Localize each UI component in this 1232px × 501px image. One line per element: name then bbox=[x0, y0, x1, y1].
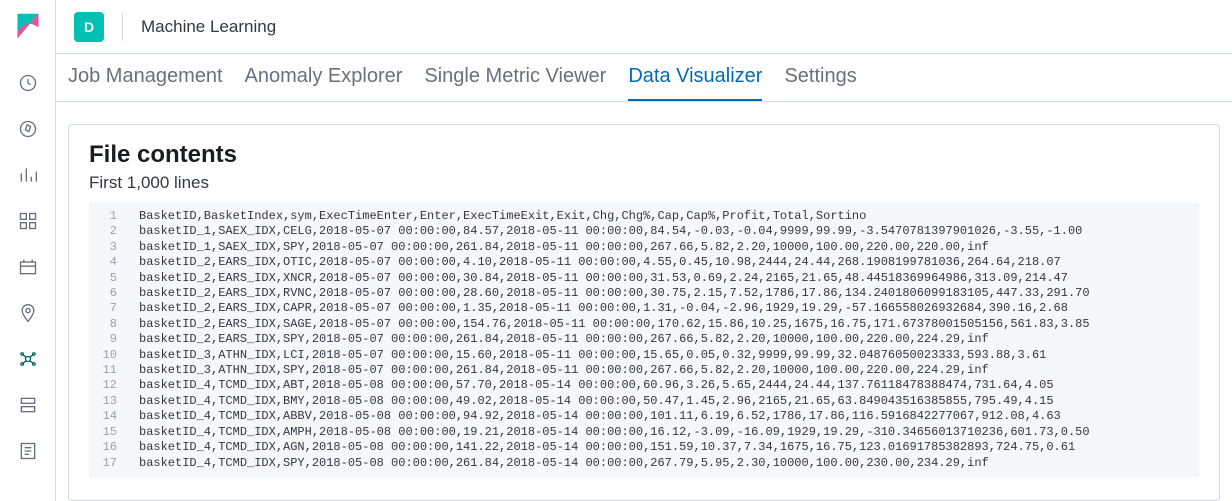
maps-icon[interactable] bbox=[17, 302, 39, 324]
file-line: 8basketID_2,EARS_IDX,SAGE,2018-05-07 00:… bbox=[89, 317, 1199, 332]
line-text: basketID_1,SAEX_IDX,SPY,2018-05-07 00:00… bbox=[139, 240, 989, 255]
topbar: D Machine Learning bbox=[56, 0, 1232, 54]
file-line: 12basketID_4,TCMD_IDX,ABT,2018-05-08 00:… bbox=[89, 378, 1199, 393]
machine-learning-icon[interactable] bbox=[17, 348, 39, 370]
file-line: 5basketID_2,EARS_IDX,XNCR,2018-05-07 00:… bbox=[89, 271, 1199, 286]
line-text: basketID_2,EARS_IDX,OTIC,2018-05-07 00:0… bbox=[139, 255, 1061, 270]
line-text: basketID_1,SAEX_IDX,CELG,2018-05-07 00:0… bbox=[139, 224, 1082, 239]
kibana-logo[interactable] bbox=[14, 12, 42, 40]
file-line: 9basketID_2,EARS_IDX,SPY,2018-05-07 00:0… bbox=[89, 332, 1199, 347]
line-number: 17 bbox=[89, 456, 139, 471]
line-number: 2 bbox=[89, 224, 139, 239]
file-line: 7basketID_2,EARS_IDX,CAPR,2018-05-07 00:… bbox=[89, 301, 1199, 316]
file-line: 3basketID_1,SAEX_IDX,SPY,2018-05-07 00:0… bbox=[89, 240, 1199, 255]
file-line: 6basketID_2,EARS_IDX,RVNC,2018-05-07 00:… bbox=[89, 286, 1199, 301]
line-text: basketID_2,EARS_IDX,CAPR,2018-05-07 00:0… bbox=[139, 301, 1068, 316]
line-text: BasketID,BasketIndex,sym,ExecTimeEnter,E… bbox=[139, 209, 866, 224]
panel-title: File contents bbox=[89, 141, 1199, 169]
line-text: basketID_4,TCMD_IDX,AGN,2018-05-08 00:00… bbox=[139, 440, 1075, 455]
file-line: 10basketID_3,ATHN_IDX,LCI,2018-05-07 00:… bbox=[89, 348, 1199, 363]
line-number: 11 bbox=[89, 363, 139, 378]
file-line: 14basketID_4,TCMD_IDX,ABBV,2018-05-08 00… bbox=[89, 409, 1199, 424]
line-number: 12 bbox=[89, 378, 139, 393]
line-text: basketID_4,TCMD_IDX,AMPH,2018-05-08 00:0… bbox=[139, 425, 1090, 440]
line-text: basketID_2,EARS_IDX,SAGE,2018-05-07 00:0… bbox=[139, 317, 1090, 332]
topbar-divider bbox=[122, 13, 123, 41]
global-nav-sidebar bbox=[0, 0, 56, 501]
line-number: 3 bbox=[89, 240, 139, 255]
line-text: basketID_2,EARS_IDX,SPY,2018-05-07 00:00… bbox=[139, 332, 989, 347]
line-text: basketID_3,ATHN_IDX,LCI,2018-05-07 00:00… bbox=[139, 348, 1046, 363]
line-number: 14 bbox=[89, 409, 139, 424]
infrastructure-icon[interactable] bbox=[17, 394, 39, 416]
ml-tabs: Job Management Anomaly Explorer Single Met… bbox=[56, 54, 1232, 102]
file-line: 2basketID_1,SAEX_IDX,CELG,2018-05-07 00:… bbox=[89, 224, 1199, 239]
line-number: 13 bbox=[89, 394, 139, 409]
file-contents-code: 1BasketID,BasketIndex,sym,ExecTimeEnter,… bbox=[89, 203, 1199, 477]
file-contents-panel: File contents First 1,000 lines 1BasketI… bbox=[68, 124, 1220, 501]
line-number: 10 bbox=[89, 348, 139, 363]
visualize-icon[interactable] bbox=[17, 164, 39, 186]
file-line: 4basketID_2,EARS_IDX,OTIC,2018-05-07 00:… bbox=[89, 255, 1199, 270]
file-line: 17basketID_4,TCMD_IDX,SPY,2018-05-08 00:… bbox=[89, 456, 1199, 471]
discover-icon[interactable] bbox=[17, 118, 39, 140]
line-number: 8 bbox=[89, 317, 139, 332]
line-number: 9 bbox=[89, 332, 139, 347]
file-line: 1BasketID,BasketIndex,sym,ExecTimeEnter,… bbox=[89, 209, 1199, 224]
line-number: 4 bbox=[89, 255, 139, 270]
timelion-icon[interactable] bbox=[17, 256, 39, 278]
recently-viewed-icon[interactable] bbox=[17, 72, 39, 94]
line-number: 15 bbox=[89, 425, 139, 440]
space-selector[interactable]: D bbox=[74, 12, 104, 42]
tab-data-visualizer[interactable]: Data Visualizer bbox=[628, 54, 762, 101]
dashboard-icon[interactable] bbox=[17, 210, 39, 232]
line-number: 6 bbox=[89, 286, 139, 301]
file-line: 15basketID_4,TCMD_IDX,AMPH,2018-05-08 00… bbox=[89, 425, 1199, 440]
line-text: basketID_4,TCMD_IDX,BMY,2018-05-08 00:00… bbox=[139, 394, 1054, 409]
tab-settings[interactable]: Settings bbox=[784, 54, 856, 101]
line-number: 16 bbox=[89, 440, 139, 455]
panel-subtitle: First 1,000 lines bbox=[89, 173, 1199, 193]
main-area: D Machine Learning Job Management Anomaly… bbox=[56, 0, 1232, 501]
content-area: File contents First 1,000 lines 1BasketI… bbox=[56, 102, 1232, 501]
tab-single-metric-viewer[interactable]: Single Metric Viewer bbox=[424, 54, 606, 101]
line-text: basketID_4,TCMD_IDX,ABT,2018-05-08 00:00… bbox=[139, 378, 1054, 393]
app-title: Machine Learning bbox=[141, 17, 276, 37]
line-text: basketID_2,EARS_IDX,RVNC,2018-05-07 00:0… bbox=[139, 286, 1090, 301]
line-text: basketID_4,TCMD_IDX,ABBV,2018-05-08 00:0… bbox=[139, 409, 1061, 424]
line-number: 1 bbox=[89, 209, 139, 224]
tab-anomaly-explorer[interactable]: Anomaly Explorer bbox=[245, 54, 403, 101]
line-number: 5 bbox=[89, 271, 139, 286]
line-number: 7 bbox=[89, 301, 139, 316]
file-line: 16basketID_4,TCMD_IDX,AGN,2018-05-08 00:… bbox=[89, 440, 1199, 455]
file-line: 11basketID_3,ATHN_IDX,SPY,2018-05-07 00:… bbox=[89, 363, 1199, 378]
line-text: basketID_4,TCMD_IDX,SPY,2018-05-08 00:00… bbox=[139, 456, 989, 471]
file-line: 13basketID_4,TCMD_IDX,BMY,2018-05-08 00:… bbox=[89, 394, 1199, 409]
line-text: basketID_3,ATHN_IDX,SPY,2018-05-07 00:00… bbox=[139, 363, 989, 378]
logs-icon[interactable] bbox=[17, 440, 39, 462]
line-text: basketID_2,EARS_IDX,XNCR,2018-05-07 00:0… bbox=[139, 271, 1068, 286]
tab-job-management[interactable]: Job Management bbox=[68, 54, 223, 101]
